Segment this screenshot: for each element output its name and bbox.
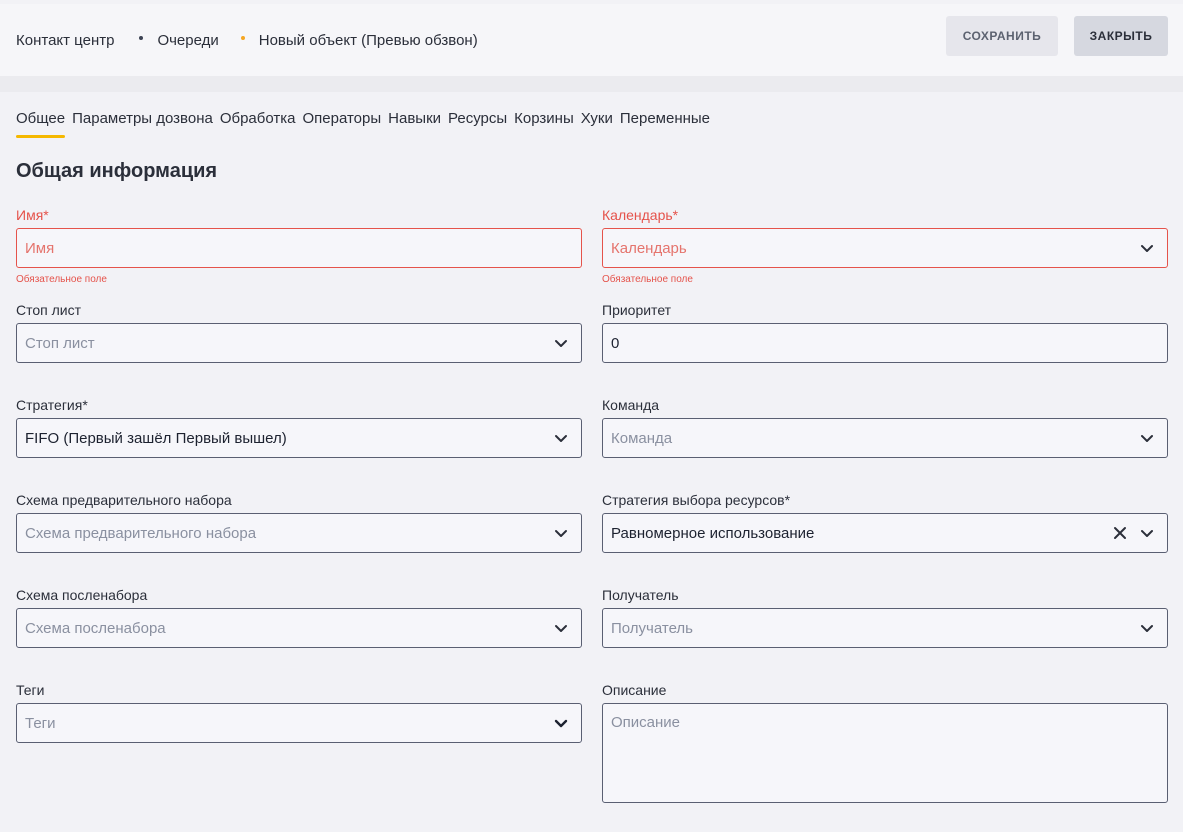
strategy-value: FIFO (Первый зашёл Первый вышел) [25,429,287,447]
recipient-select[interactable]: Получатель [602,608,1168,648]
recipient-label: Получатель [602,587,679,603]
breadcrumb-separator-dot [139,36,144,40]
description-textarea[interactable]: Описание [602,703,1168,803]
name-label: Имя* [16,207,49,223]
calendar-required-hint: Обязательное поле [602,274,693,285]
predial-select[interactable]: Схема предварительного набора [16,513,582,553]
breadcrumb-item-current: Новый объект (Превью обзвон) [258,31,478,49]
stoplist-label: Стоп лист [16,302,82,318]
tags-placeholder: Теги [25,714,56,732]
chevron-down-icon[interactable] [553,430,569,446]
chevron-down-icon[interactable] [1139,620,1155,636]
tab-dial-params[interactable]: Параметры дозвона [72,110,213,140]
calendar-label: Календарь* [602,207,679,223]
breadcrumb: Контакт центр Очереди Новый объект (Прев… [16,32,478,49]
name-input[interactable]: Имя [16,228,582,268]
chevron-down-icon[interactable] [553,715,569,731]
postdial-placeholder: Схема посленабора [25,619,166,637]
description-label: Описание [602,682,667,698]
tab-general[interactable]: Общее [16,110,66,140]
name-required-hint: Обязательное поле [16,274,107,285]
priority-input[interactable]: 0 [602,323,1168,363]
header-divider [0,76,1183,92]
resource-strategy-value: Равномерное использование [611,524,815,542]
chevron-down-icon[interactable] [1139,240,1155,256]
resource-strategy-select[interactable]: Равномерное использование [602,513,1168,553]
chevron-down-icon[interactable] [1139,430,1155,446]
breadcrumb-active-dot [240,36,245,40]
tab-skills[interactable]: Навыки [388,110,441,140]
chevron-down-icon[interactable] [553,525,569,541]
chevron-down-icon[interactable] [553,335,569,351]
tab-bar: Общее Параметры дозвона Обработка Операт… [16,110,717,140]
strategy-label: Стратегия* [16,397,88,413]
tab-hooks[interactable]: Хуки [581,110,613,140]
recipient-placeholder: Получатель [611,619,693,637]
stoplist-placeholder: Стоп лист [25,334,95,352]
tab-processing[interactable]: Обработка [220,110,296,140]
team-select[interactable]: Команда [602,418,1168,458]
tags-select[interactable]: Теги [16,703,582,743]
calendar-select[interactable]: Календарь [602,228,1168,268]
resource-strategy-label: Стратегия выбора ресурсов* [602,492,791,508]
tags-label: Теги [16,682,45,698]
breadcrumb-item-queues[interactable]: Очереди [157,32,218,49]
chevron-down-icon[interactable] [553,620,569,636]
predial-placeholder: Схема предварительного набора [25,524,257,542]
clear-icon[interactable] [1113,526,1127,540]
team-label: Команда [602,397,660,413]
postdial-label: Схема посленабора [16,587,148,603]
team-placeholder: Команда [611,429,673,447]
breadcrumb-item-contact-center[interactable]: Контакт центр [16,32,114,49]
tab-variables[interactable]: Переменные [620,110,710,140]
priority-value: 0 [611,334,620,352]
section-title: Общая информация [16,160,218,182]
postdial-select[interactable]: Схема посленабора [16,608,582,648]
description-placeholder: Описание [611,714,681,731]
priority-label: Приоритет [602,302,672,318]
chevron-down-icon[interactable] [1139,525,1155,541]
calendar-placeholder: Календарь [611,239,687,257]
tab-resources[interactable]: Ресурсы [448,110,507,140]
name-placeholder: Имя [25,239,55,257]
tab-operators[interactable]: Операторы [302,110,381,140]
tab-baskets[interactable]: Корзины [514,110,574,140]
strategy-select[interactable]: FIFO (Первый зашёл Первый вышел) [16,418,582,458]
save-button[interactable]: СОХРАНИТЬ [946,16,1058,56]
predial-label: Схема предварительного набора [16,492,232,508]
stoplist-select[interactable]: Стоп лист [16,323,582,363]
close-button[interactable]: ЗАКРЫТЬ [1074,16,1168,56]
